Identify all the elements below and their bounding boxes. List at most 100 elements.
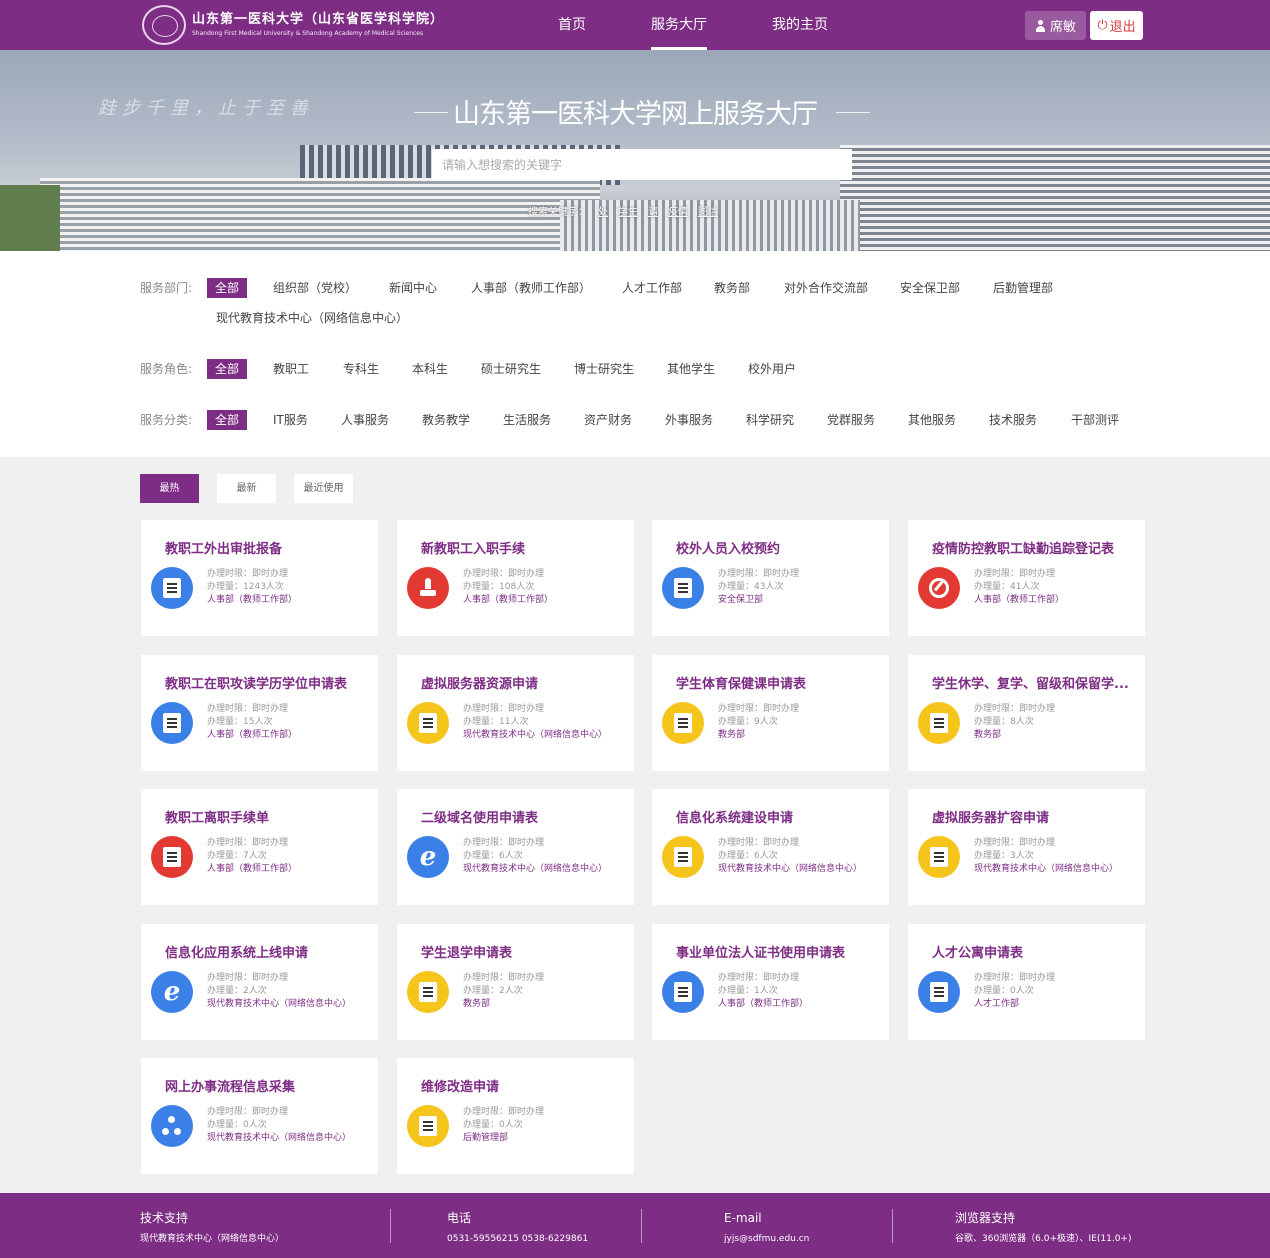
service-card-title[interactable]: 事业单位法人证书使用申请表: [676, 942, 880, 961]
service-card-title[interactable]: 二级域名使用申请表: [421, 807, 625, 826]
service-card-title[interactable]: 信息化应用系统上线申请: [165, 942, 369, 961]
filter-tag[interactable]: 其他学生: [667, 359, 715, 379]
filter-tag[interactable]: 生活服务: [503, 410, 551, 430]
handle-count: 办理量：11人次: [463, 717, 529, 727]
service-card[interactable]: 信息化应用系统上线申请 e 办理时限：即时办理 办理量：2人次 现代教育技术中心（网络信…: [141, 924, 378, 1040]
filter-tag[interactable]: 教务教学: [422, 410, 470, 430]
keyword-link[interactable]: 图信: [698, 203, 718, 218]
filter-tag[interactable]: 科学研究: [746, 410, 794, 430]
nav-service-hall[interactable]: 服务大厅: [651, 0, 707, 50]
service-card-title[interactable]: 维修改造申请: [421, 1076, 625, 1095]
service-card-title[interactable]: 网上办事流程信息采集: [165, 1076, 369, 1095]
service-card[interactable]: 教职工在职攻读学历学位申请表 办理时限：即时办理 办理量：15人次 人事部（教师工作部…: [141, 655, 378, 771]
service-card[interactable]: 维修改造申请 办理时限：即时办理 办理量：0人次 后勤管理部: [397, 1058, 634, 1174]
service-card[interactable]: 学生休学、复学、留级和保留学... 办理时限：即时办理 办理量：8人次 教务部: [908, 655, 1145, 771]
service-card-title[interactable]: 学生体育保健课申请表: [676, 673, 880, 692]
sort-tab-newest[interactable]: 最新: [217, 474, 276, 503]
service-card-title[interactable]: 虚拟服务器资源申请: [421, 673, 625, 692]
filter-tag[interactable]: 技术服务: [989, 410, 1037, 430]
filter-tag[interactable]: 硕士研究生: [481, 359, 541, 379]
filter-tag[interactable]: 人才工作部: [622, 278, 682, 298]
filter-tag[interactable]: 其他服务: [908, 410, 956, 430]
filter-all[interactable]: 全部: [207, 410, 248, 430]
filter-tag[interactable]: 安全保卫部: [900, 278, 960, 298]
handle-count: 办理量：8人次: [974, 717, 1034, 727]
service-card[interactable]: 虚拟服务器资源申请 办理时限：即时办理 办理量：11人次 现代教育技术中心（网络信息中…: [397, 655, 634, 771]
filter-tag[interactable]: 校外用户: [748, 359, 796, 379]
filter-tag[interactable]: 对外合作交流部: [784, 278, 868, 298]
service-card[interactable]: 网上办事流程信息采集 办理时限：即时办理 办理量：0人次 现代教育技术中心（网络信息中…: [141, 1058, 378, 1174]
filter-tag[interactable]: 党群服务: [827, 410, 875, 430]
service-card-title[interactable]: 人才公寓申请表: [932, 942, 1136, 961]
service-card[interactable]: 虚拟服务器扩容申请办理时限：即时办理 办理量：3人次 现代教育技术中心（网络信息中心…: [908, 789, 1145, 905]
filter-tag[interactable]: IT服务: [273, 410, 308, 430]
filter-tag[interactable]: 博士研究生: [574, 359, 634, 379]
keyword-link[interactable]: 学生: [618, 203, 638, 218]
service-card-title[interactable]: 教职工离职手续单: [165, 807, 369, 826]
filter-tag[interactable]: 新闻中心: [389, 278, 437, 298]
service-card-title[interactable]: 信息化系统建设申请: [676, 807, 880, 826]
sort-tab-recent[interactable]: 最近使用: [294, 474, 353, 503]
filter-tag[interactable]: 专科生: [343, 359, 379, 379]
service-card-title[interactable]: 虚拟服务器扩容申请: [932, 807, 1136, 826]
time-limit: 办理时限：即时办理: [207, 973, 289, 983]
logo-english-name: Shandong First Medical University & Shan…: [192, 30, 424, 37]
sort-tab-hottest[interactable]: 最热: [140, 474, 199, 503]
nav-home[interactable]: 首页: [558, 0, 586, 50]
user-button[interactable]: 席敏: [1025, 11, 1086, 40]
university-logo[interactable]: 山东第一医科大学（山东省医学科学院） Shandong First Medica…: [142, 5, 444, 45]
handle-count: 办理量：2人次: [463, 986, 523, 996]
ie-icon: e: [407, 836, 449, 878]
filter-tag[interactable]: 教职工: [273, 359, 309, 379]
service-card[interactable]: 学生退学申请表 办理时限：即时办理 办理量：2人次 教务部: [397, 924, 634, 1040]
service-department: 现代教育技术中心（网络信息中心）: [207, 999, 352, 1009]
service-card-info: 办理时限：即时办理 办理量：2人次 现代教育技术中心（网络信息中心）: [207, 972, 357, 1011]
service-card[interactable]: 信息化系统建设申请 办理时限：即时办理 办理量：6人次 现代教育技术中心（网络信息中心…: [652, 789, 889, 905]
footer-email-value[interactable]: jyjs@sdfmu.edu.cn: [724, 1232, 809, 1246]
keyword-link[interactable]: 请: [648, 203, 658, 218]
filter-tag[interactable]: 外事服务: [665, 410, 713, 430]
filter-tag[interactable]: 人事服务: [341, 410, 389, 430]
filter-tag[interactable]: 资产财务: [584, 410, 632, 430]
logout-button[interactable]: ⏻ 退出: [1090, 11, 1143, 40]
service-card[interactable]: 学生体育保健课申请表 办理时限：即时办理 办理量：9人次 教务部: [652, 655, 889, 771]
footer-support-label: 技术支持: [140, 1211, 189, 1225]
service-department: 教务部: [718, 730, 746, 740]
service-card-title[interactable]: 学生退学申请表: [421, 942, 625, 961]
filter-all[interactable]: 全部: [207, 359, 248, 379]
filter-all[interactable]: 全部: [207, 278, 248, 298]
nav-my-home[interactable]: 我的主页: [772, 0, 828, 50]
service-card-title[interactable]: 教职工外出审批报备: [165, 538, 369, 557]
filter-tag[interactable]: 人事部（教师工作部）: [471, 278, 591, 298]
filter-tag[interactable]: 后勤管理部: [993, 278, 1053, 298]
service-card[interactable]: 教职工外出审批报备 办理时限：即时办理 办理量：1243人次 人事部（教师工作部）: [141, 520, 378, 636]
service-card-info: 办理时限：即时办理 办理量：8人次 教务部: [974, 703, 1124, 742]
service-card-title[interactable]: 校外人员入校预约: [676, 538, 880, 557]
icon-glyph: [674, 713, 692, 733]
clipboard-clock-icon: [151, 567, 193, 609]
search-input[interactable]: [432, 149, 852, 180]
service-card[interactable]: 教职工离职手续单 办理时限：即时办理 办理量：7人次 人事部（教师工作部）: [141, 789, 378, 905]
filter-tag[interactable]: 干部测评: [1071, 410, 1119, 430]
service-card[interactable]: 新教职工入职手续 办理时限：即时办理 办理量：108人次 人事部（教师工作部）: [397, 520, 634, 636]
icon-glyph: e: [163, 977, 181, 1007]
service-card-title[interactable]: 新教职工入职手续: [421, 538, 625, 557]
filter-tag[interactable]: 本科生: [412, 359, 448, 379]
filter-tag[interactable]: 教务部: [714, 278, 750, 298]
keyword-link[interactable]: 疫情: [668, 203, 688, 218]
service-card-title[interactable]: 教职工在职攻读学历学位申请表: [165, 673, 369, 692]
service-card[interactable]: 人才公寓申请表 办理时限：即时办理 办理量：0人次 人才工作部: [908, 924, 1145, 1040]
footer-divider: [641, 1209, 642, 1243]
service-card[interactable]: 二级域名使用申请表 e 办理时限：即时办理 办理量：6人次 现代教育技术中心（网络信息中…: [397, 789, 634, 905]
service-card[interactable]: 校外人员入校预约 办理时限：即时办理 办理量：43人次 安全保卫部: [652, 520, 889, 636]
footer-email: E-mail jyjs@sdfmu.edu.cn: [724, 1210, 809, 1246]
service-card[interactable]: 事业单位法人证书使用申请表 办理时限：即时办理 办理量：1人次 人事部（教师工作部）: [652, 924, 889, 1040]
time-limit: 办理时限：即时办理: [718, 973, 800, 983]
service-card-info: 办理时限：即时办理 办理量：3人次 现代教育技术中心（网络信息中心）: [974, 837, 1124, 876]
service-card-title[interactable]: 学生休学、复学、留级和保留学...: [932, 673, 1136, 692]
service-card-title[interactable]: 疫情防控教职工缺勤追踪登记表: [932, 538, 1136, 557]
keyword-link[interactable]: 处: [598, 203, 608, 218]
filter-tag[interactable]: 现代教育技术中心（网络信息中心）: [216, 308, 408, 328]
service-card[interactable]: 疫情防控教职工缺勤追踪登记表 办理时限：即时办理 办理量：41人次 人事部（教师工作部…: [908, 520, 1145, 636]
filter-tag[interactable]: 组织部（党校）: [273, 278, 357, 298]
